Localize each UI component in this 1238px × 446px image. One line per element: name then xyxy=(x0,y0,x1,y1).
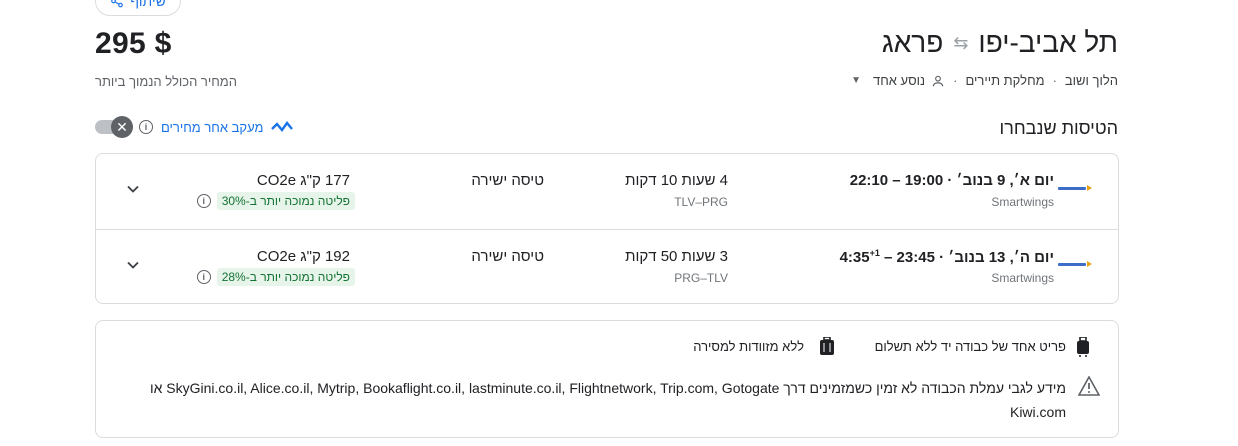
separator-dot: · xyxy=(953,73,958,88)
checked-luggage-icon xyxy=(820,337,834,355)
baggage-info: פריט אחד של כבודה יד ללא תשלום ללא מזווד… xyxy=(95,320,1119,438)
emissions-badge-group: פליטה נמוכה יותר ב-28% i xyxy=(196,268,355,286)
flights-card: יום א׳, 9 בנוב׳ · 19:00 – 22:10 Smartwin… xyxy=(95,153,1119,304)
carry-on-bag-icon xyxy=(1077,337,1089,357)
price-tracking: ✕ i מעקב אחר מחירים xyxy=(95,116,294,138)
track-prices-label: מעקב אחר מחירים xyxy=(161,119,264,135)
track-prices-link[interactable]: מעקב אחר מחירים xyxy=(161,119,294,135)
share-label: שיתוף xyxy=(130,0,166,9)
chevron-down-icon[interactable] xyxy=(123,255,143,275)
selected-flights-title: הטיסות שנבחרו xyxy=(999,118,1118,138)
flight-duration: 4 שעות 10 דקות xyxy=(625,172,728,189)
swap-arrows-icon: ⇆ xyxy=(953,32,969,53)
flight-times: יום א׳, 9 בנוב׳ · 19:00 – 22:10 xyxy=(849,172,1054,189)
flight-airports: PRG–TLV xyxy=(674,271,728,285)
flight-row[interactable]: יום ה׳, 13 בנוב׳ · 23:45 – 4:35+1 Smartw… xyxy=(96,229,1118,305)
emissions-badge: פליטה נמוכה יותר ב-28% xyxy=(216,268,355,286)
flight-date: יום ה׳, 13 בנוב׳ xyxy=(948,249,1054,266)
flight-time-range: 23:45 – 4:35 xyxy=(839,249,935,266)
passengers-label: נוסע אחד xyxy=(873,73,926,88)
airline-name: Smartwings xyxy=(991,271,1054,285)
warning-icon xyxy=(1078,376,1100,396)
airline-name: Smartwings xyxy=(991,195,1054,209)
share-button[interactable]: שיתוף xyxy=(95,0,181,16)
dropdown-caret-icon: ▼ xyxy=(851,75,862,86)
flight-date: יום א׳, 9 בנוב׳ xyxy=(956,172,1054,189)
flight-time-range: 19:00 – 22:10 xyxy=(849,172,944,189)
checked-bag-text: ללא מזוודות למסירה xyxy=(693,339,804,354)
close-icon: ✕ xyxy=(111,116,133,138)
price: 295 $ xyxy=(95,27,172,60)
emissions-badge-group: פליטה נמוכה יותר ב-30% i xyxy=(196,192,355,210)
flight-emissions: 192 ק"ג CO2e xyxy=(256,248,350,265)
trip-type: הלוך ושוב xyxy=(1064,73,1118,88)
destination-city: פראג xyxy=(881,27,944,58)
price-tracking-toggle[interactable]: ✕ xyxy=(95,116,133,138)
person-icon xyxy=(932,75,944,86)
chevron-down-icon[interactable] xyxy=(123,179,143,199)
separator-dot: · xyxy=(1052,73,1057,88)
baggage-fee-notice: מידע לגבי עמלת הכבודה לא זמין כשמזמינים … xyxy=(149,380,1066,420)
info-icon[interactable]: i xyxy=(196,270,211,284)
info-icon[interactable]: i xyxy=(196,194,211,208)
flight-stops: טיסה ישירה xyxy=(471,172,544,189)
trend-icon xyxy=(271,121,294,132)
price-note: המחיר הכולל הנמוך ביותר xyxy=(95,74,237,89)
carry-on-text: פריט אחד של כבודה יד ללא תשלום xyxy=(874,339,1066,354)
info-icon[interactable]: i xyxy=(139,120,153,134)
trip-meta: הלוך ושוב · מחלקת תיירים · נוסע אחד ▼ xyxy=(851,73,1118,88)
passengers-selector[interactable]: נוסע אחד ▼ xyxy=(851,73,945,88)
cabin-class: מחלקת תיירים xyxy=(965,73,1045,88)
flight-stops: טיסה ישירה xyxy=(471,248,544,265)
flight-duration: 3 שעות 50 דקות xyxy=(625,248,728,265)
flight-airports: TLV–PRG xyxy=(674,195,728,209)
flight-emissions: 177 ק"ג CO2e xyxy=(256,172,350,189)
next-day-marker: +1 xyxy=(869,248,880,258)
route-title: תל אביב-יפו ⇆ פראג xyxy=(882,27,1118,59)
origin-city: תל אביב-יפו xyxy=(978,27,1118,58)
share-icon xyxy=(111,0,124,8)
flight-times: יום ה׳, 13 בנוב׳ · 23:45 – 4:35+1 xyxy=(839,248,1054,266)
smartwings-logo-icon xyxy=(1058,185,1092,191)
flight-row[interactable]: יום א׳, 9 בנוב׳ · 19:00 – 22:10 Smartwin… xyxy=(96,154,1118,229)
emissions-badge: פליטה נמוכה יותר ב-30% xyxy=(216,192,355,210)
smartwings-logo-icon xyxy=(1058,261,1092,267)
